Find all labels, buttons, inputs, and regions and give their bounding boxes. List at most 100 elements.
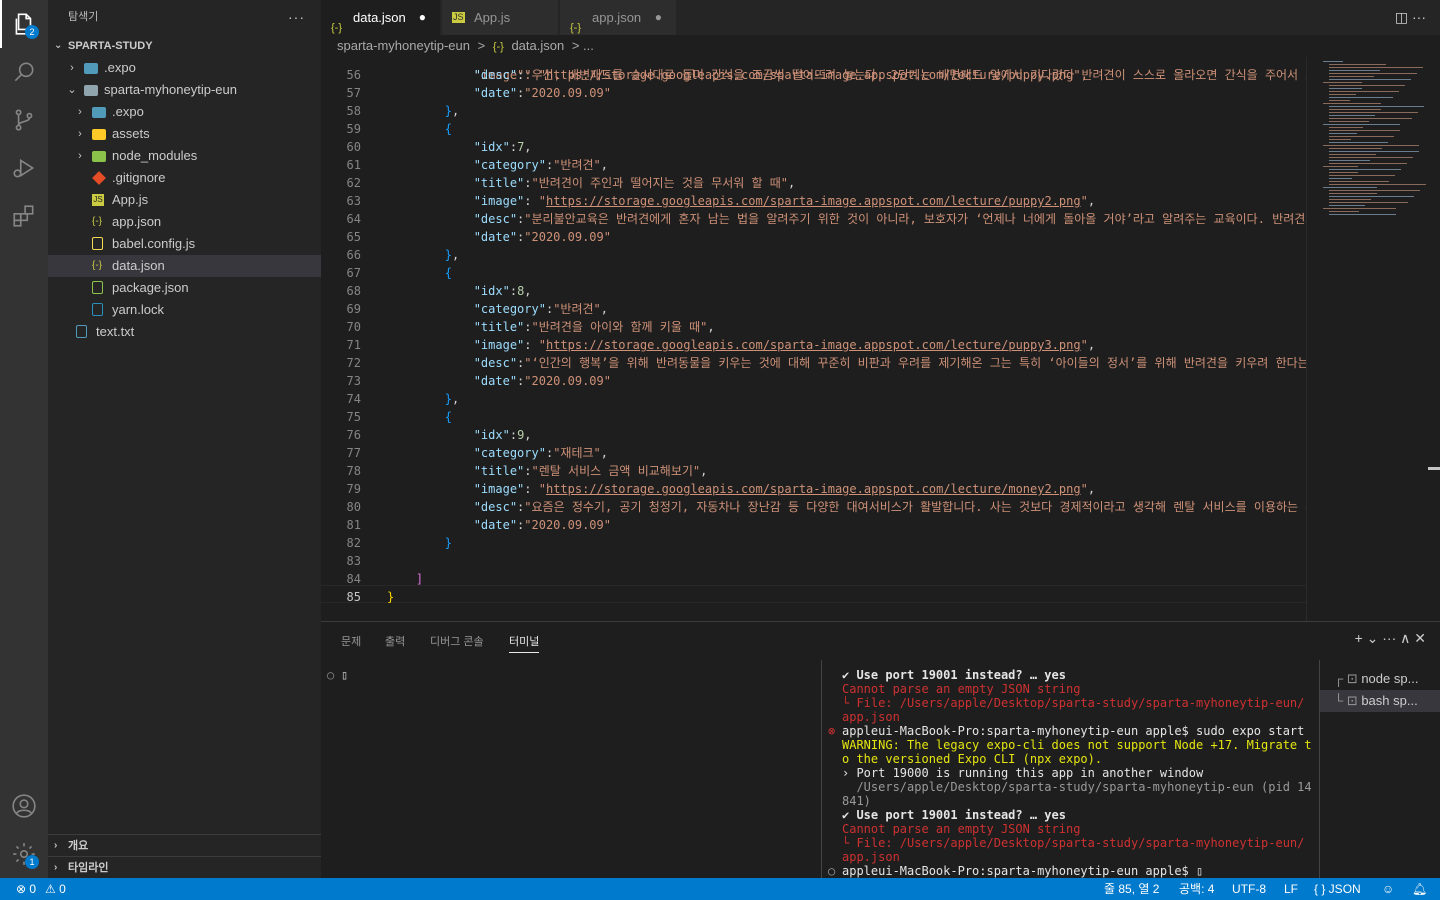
terminal-right[interactable]: ⊗ ○ ✔ Use port 19001 instead? … yes Cannot … — [821, 660, 1319, 879]
json-file-icon: {-} — [492, 41, 504, 53]
tree-item[interactable]: › .expo — [48, 57, 321, 79]
more-actions-icon[interactable]: ··· — [288, 0, 305, 35]
end-of-line[interactable]: LF — [1284, 878, 1298, 900]
line-number: 63 — [346, 194, 361, 208]
code-token: " — [538, 338, 546, 352]
terminal-instance[interactable]: ┌ ⊡ node sp... — [1320, 668, 1440, 690]
tree-item[interactable]: › node_modules — [48, 145, 321, 167]
minimap-line — [1329, 121, 1369, 122]
code-line: 59 { — [321, 120, 1306, 138]
breadcrumb-more[interactable]: > ... — [572, 38, 594, 53]
tree-item[interactable]: ⌄ sparta-myhoneytip-eun — [48, 79, 321, 101]
tree-item[interactable]: .gitignore — [48, 167, 321, 189]
tree-item[interactable]: JS App.js — [48, 189, 321, 211]
cursor-position[interactable]: 줄 85, 열 2 — [1104, 878, 1159, 900]
notifications-bell-icon[interactable]: 🔔︎ — [1412, 878, 1427, 900]
code-token: "재테크" — [553, 446, 601, 460]
tree-item[interactable]: babel.config.js — [48, 233, 321, 255]
code-token: , — [707, 320, 715, 334]
terminal-line: Cannot parse an empty JSON string — [842, 822, 1081, 836]
account-icon[interactable] — [0, 782, 48, 830]
minimap-line — [1329, 85, 1405, 86]
code-line: 83 — [321, 552, 1306, 570]
tree-item[interactable]: package.json — [48, 277, 321, 299]
explorer-badge: 2 — [25, 25, 39, 39]
code-token: "image" — [387, 194, 525, 208]
explorer-icon[interactable]: 2 — [0, 0, 48, 48]
code-text: "date":"2020.09.09" — [387, 228, 611, 246]
tree-item[interactable]: {-} app.json — [48, 211, 321, 233]
js-file-icon: JS — [92, 194, 104, 206]
indentation[interactable]: 공백: 4 — [1179, 878, 1214, 900]
code-line: 79 "image": "https://storage.googleapis.… — [321, 480, 1306, 498]
minimap-line — [1329, 214, 1396, 215]
panel-actions[interactable]: + ⌄ ··· ∧ ✕ — [1355, 630, 1426, 647]
warnings-count[interactable]: ⚠ 0 — [45, 878, 66, 900]
code-line: 69 "category":"반려견", — [321, 300, 1306, 318]
editor-scrollbar[interactable] — [1426, 57, 1440, 621]
code-text: "date":"2020.09.09" — [387, 372, 611, 390]
code-token: : — [509, 140, 518, 154]
breadcrumb-separator: > — [477, 38, 486, 53]
circle-icon: ○ — [327, 668, 335, 682]
workspace-root-header[interactable]: ⌄ SPARTA-STUDY — [48, 35, 321, 57]
terminal-left[interactable]: ○ ▯ — [321, 660, 819, 879]
tree-item[interactable]: › .expo — [48, 101, 321, 123]
editor-tabs: {-} data.json ● JS App.js {-} app.json ●… — [321, 0, 1440, 35]
tab-app-js[interactable]: JS App.js — [442, 0, 559, 35]
extensions-icon[interactable] — [0, 192, 48, 240]
language-mode[interactable]: { } JSON — [1314, 878, 1361, 900]
terminal-icon: └ ⊡ — [1334, 693, 1362, 708]
source-control-icon[interactable] — [0, 96, 48, 144]
tree-item[interactable]: {-} data.json — [48, 255, 321, 277]
minimap-line — [1329, 115, 1375, 116]
encoding[interactable]: UTF-8 — [1232, 878, 1266, 900]
tab-data-json[interactable]: {-} data.json ● — [321, 0, 441, 35]
timeline-section-header[interactable]: › 타임라인 — [48, 856, 321, 878]
terminal-line: appleui-MacBook-Pro:sparta-myhoneytip-eu… — [842, 864, 1204, 878]
modified-dot-icon[interactable]: ● — [655, 0, 662, 35]
tab-app-json[interactable]: {-} app.json ● — [560, 0, 677, 35]
modified-dot-icon[interactable]: ● — [419, 0, 426, 35]
tab-terminal[interactable]: 터미널 — [509, 631, 540, 653]
minimap[interactable] — [1306, 57, 1426, 621]
feedback-icon[interactable]: ☺ — [1382, 878, 1394, 900]
split-editor-button[interactable]: ◫ ··· — [1395, 0, 1426, 35]
run-debug-icon[interactable] — [0, 144, 48, 192]
chevron-right-icon: › — [78, 106, 82, 118]
minimap-line — [1329, 142, 1388, 143]
tab-debug-console[interactable]: 디버그 콘솔 — [430, 631, 484, 653]
code-token: , — [524, 284, 532, 298]
minimap-line — [1329, 169, 1401, 170]
code-token: : — [524, 338, 539, 352]
terminal-instance[interactable]: └ ⊡ bash sp... — [1320, 690, 1440, 712]
code-token[interactable]: https://storage.googleapis.com/sparta-im… — [546, 338, 1081, 352]
tree-item[interactable]: yarn.lock — [48, 299, 321, 321]
code-editor[interactable]: "image": "https://storage.googleapis.com… — [321, 57, 1306, 621]
code-token: { — [387, 410, 453, 424]
code-line: 78 "title":"렌탈 서비스 금액 비교해보기", — [321, 462, 1306, 480]
tree-item-label: babel.config.js — [112, 236, 196, 251]
code-text: }, — [387, 390, 459, 408]
line-number: 56 — [346, 68, 361, 82]
tree-item[interactable]: text.txt — [48, 321, 321, 343]
settings-gear-icon[interactable]: 1 — [0, 830, 48, 878]
tab-problems[interactable]: 문제 — [341, 631, 361, 653]
code-token: "desc" — [387, 68, 518, 82]
minimap-line — [1329, 67, 1423, 68]
breadcrumb-folder[interactable]: sparta-myhoneytip-eun — [337, 38, 470, 53]
code-token[interactable]: https://storage.googleapis.com/sparta-im… — [546, 482, 1081, 496]
breadcrumb-file[interactable]: data.json — [511, 38, 564, 53]
errors-count[interactable]: ⊗ 0 — [16, 878, 36, 900]
scrollbar-thumb[interactable] — [1428, 467, 1440, 470]
outline-section-header[interactable]: › 개요 — [48, 834, 321, 856]
tree-item[interactable]: › assets — [48, 123, 321, 145]
activity-bar: 2 1 — [0, 0, 48, 878]
settings-badge: 1 — [25, 855, 39, 869]
tab-output[interactable]: 출력 — [385, 631, 405, 653]
terminal-instance-label: bash sp... — [1361, 693, 1418, 708]
minimap-line — [1329, 73, 1417, 74]
code-token[interactable]: https://storage.googleapis.com/sparta-im… — [546, 194, 1081, 208]
code-text: "date":"2020.09.09" — [387, 516, 611, 534]
search-icon[interactable] — [0, 48, 48, 96]
